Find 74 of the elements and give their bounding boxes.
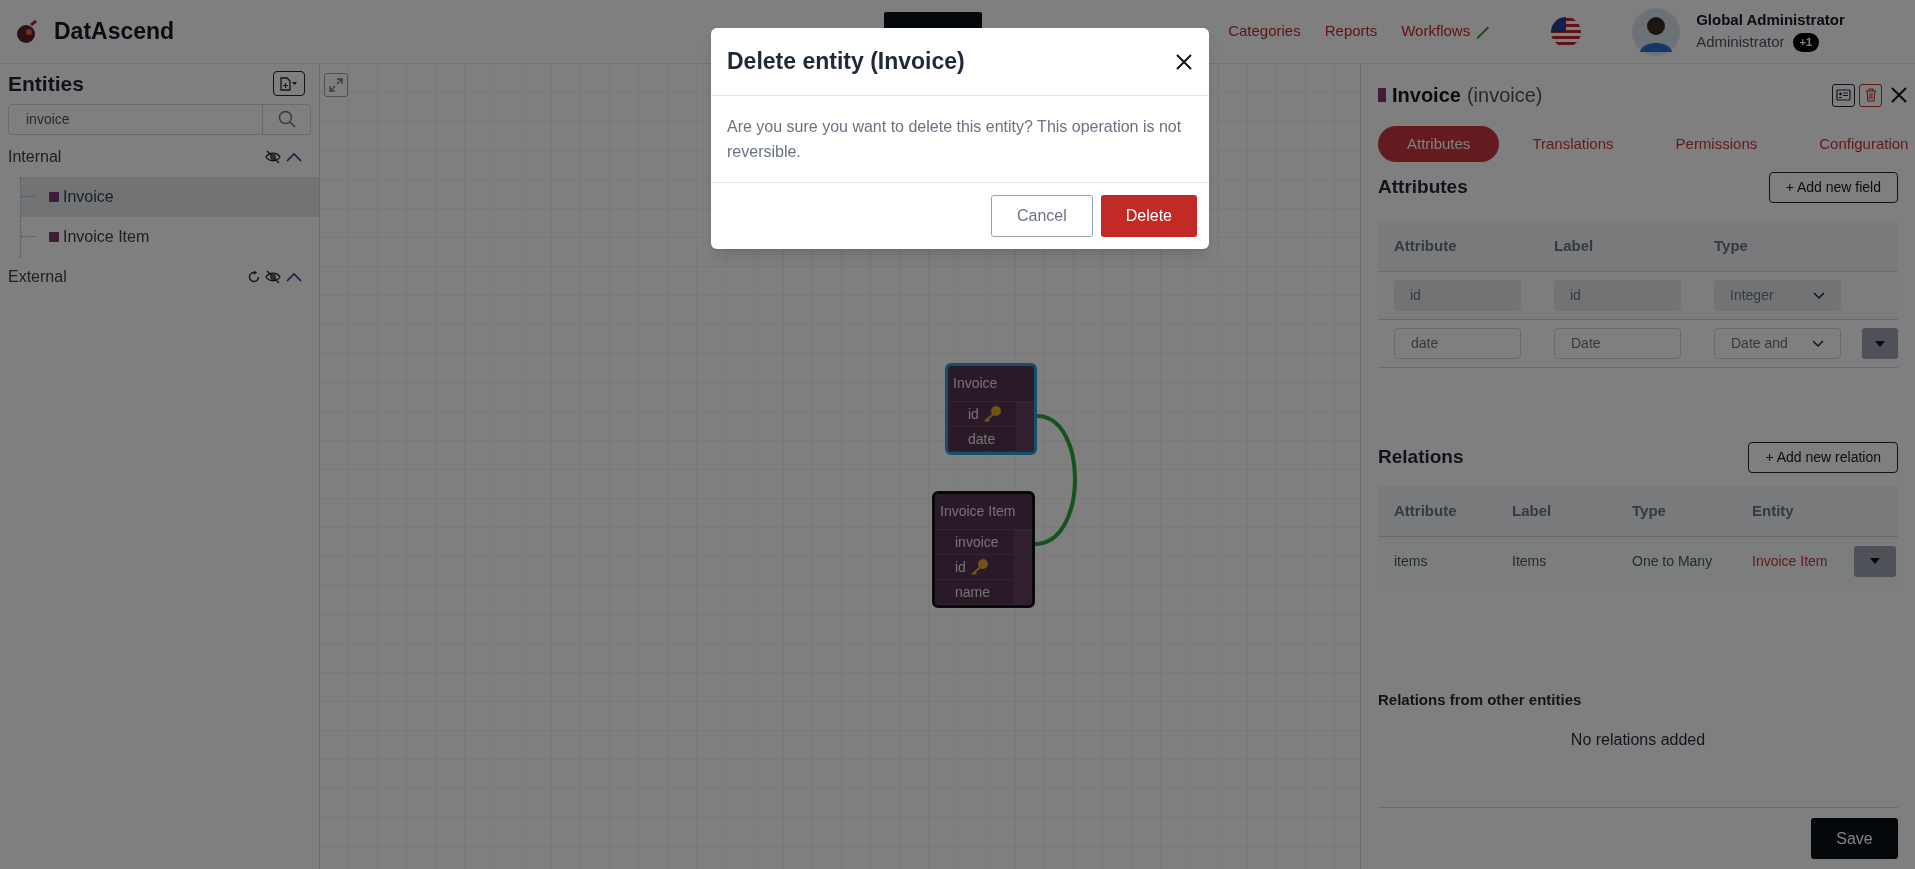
- entity-color-icon: [1378, 88, 1386, 102]
- hidden-eye-icon[interactable]: [265, 269, 281, 284]
- field-name: name: [955, 582, 991, 602]
- delete-button[interactable]: Delete: [1100, 195, 1197, 237]
- save-button[interactable]: Save: [1811, 818, 1898, 859]
- text-field[interactable]: date: [1394, 328, 1521, 359]
- table-cell-text: One to Many: [1632, 551, 1714, 571]
- chevron-down-icon: [1812, 339, 1824, 348]
- tree-item[interactable]: Invoice Item: [21, 216, 319, 257]
- user-name: Global Administrator: [1696, 10, 1845, 30]
- group-label: External: [8, 266, 67, 287]
- group-label: Internal: [8, 146, 62, 167]
- add-relation-button[interactable]: + Add new relation: [1748, 442, 1898, 473]
- entity-color-icon: [49, 191, 59, 202]
- count-badge: +1: [1792, 32, 1820, 53]
- caret-icon: [1875, 340, 1885, 347]
- tab[interactable]: Configuration: [1790, 126, 1915, 162]
- delete-button[interactable]: [1859, 83, 1882, 107]
- menu-button[interactable]: [1854, 545, 1896, 577]
- app-name[interactable]: DatAscend: [54, 14, 175, 49]
- table-cell-text: Items: [1512, 551, 1548, 571]
- entity-title: Invoice: [1392, 83, 1461, 108]
- chevron-up-icon[interactable]: [285, 270, 303, 283]
- menu-button[interactable]: [1862, 328, 1898, 359]
- cancel-button[interactable]: Cancel: [990, 195, 1093, 237]
- tab[interactable]: Translations: [1503, 126, 1643, 162]
- entity-subtitle: (invoice): [1466, 83, 1543, 108]
- tab[interactable]: Permissions: [1646, 126, 1787, 162]
- entity-link[interactable]: Invoice Item: [1752, 550, 1854, 572]
- search-icon: [277, 110, 296, 128]
- hidden-eye-icon[interactable]: [265, 149, 281, 164]
- column-header: Type: [1714, 235, 1749, 256]
- close-icon[interactable]: [1175, 52, 1193, 71]
- tree-item[interactable]: Invoice: [21, 176, 319, 217]
- dialog-message: Are you sure you want to delete this entity? This operation is not reversible.: [727, 117, 1183, 162]
- column-header: Label: [1512, 500, 1553, 521]
- trash-icon: [1864, 88, 1877, 102]
- add-field-button[interactable]: + Add new field: [1768, 172, 1898, 203]
- section-heading: Attributes: [1378, 175, 1468, 200]
- table-cell-text: items: [1394, 551, 1429, 571]
- column-header: Attribute: [1394, 500, 1458, 521]
- subsection-heading: Relations from other entities: [1378, 690, 1583, 710]
- avatar[interactable]: [1632, 7, 1681, 56]
- column-header: Type: [1632, 500, 1667, 521]
- column-header: Entity: [1752, 500, 1795, 521]
- type-select[interactable]: Date and: [1714, 328, 1841, 359]
- field-name: id: [968, 404, 979, 424]
- caret-icon: [1870, 558, 1880, 564]
- nav-link[interactable]: Workflows: [1401, 20, 1491, 43]
- id-card-icon: [1836, 89, 1851, 101]
- field-name: invoice: [955, 532, 999, 552]
- column-header: Label: [1554, 235, 1595, 256]
- empty-message: No relations added: [1570, 729, 1706, 750]
- section-heading: Relations: [1378, 445, 1464, 470]
- field-name: id: [955, 557, 966, 577]
- column-header: Attribute: [1394, 235, 1458, 256]
- text-field[interactable]: Date: [1554, 328, 1681, 359]
- nav-link[interactable]: Categories: [1228, 20, 1301, 43]
- panel-title: Entities: [8, 71, 84, 97]
- entity-color-icon: [49, 231, 59, 242]
- refresh-icon[interactable]: [247, 269, 261, 284]
- expand-button[interactable]: [324, 73, 348, 97]
- chevron-up-icon[interactable]: [285, 150, 303, 163]
- field-name: date: [968, 429, 996, 449]
- user-role: Administrator: [1696, 33, 1785, 52]
- id-card-button[interactable]: [1832, 83, 1855, 107]
- nav-link[interactable]: Reports: [1324, 20, 1378, 43]
- tab[interactable]: Attributes: [1378, 126, 1500, 162]
- new-file-button[interactable]: [273, 71, 305, 97]
- file-plus-icon: [279, 76, 299, 91]
- expand-icon: [329, 78, 343, 92]
- flag-icon[interactable]: [1550, 15, 1583, 48]
- search-field[interactable]: invoice: [8, 103, 311, 135]
- chevron-down-icon: [1813, 291, 1825, 300]
